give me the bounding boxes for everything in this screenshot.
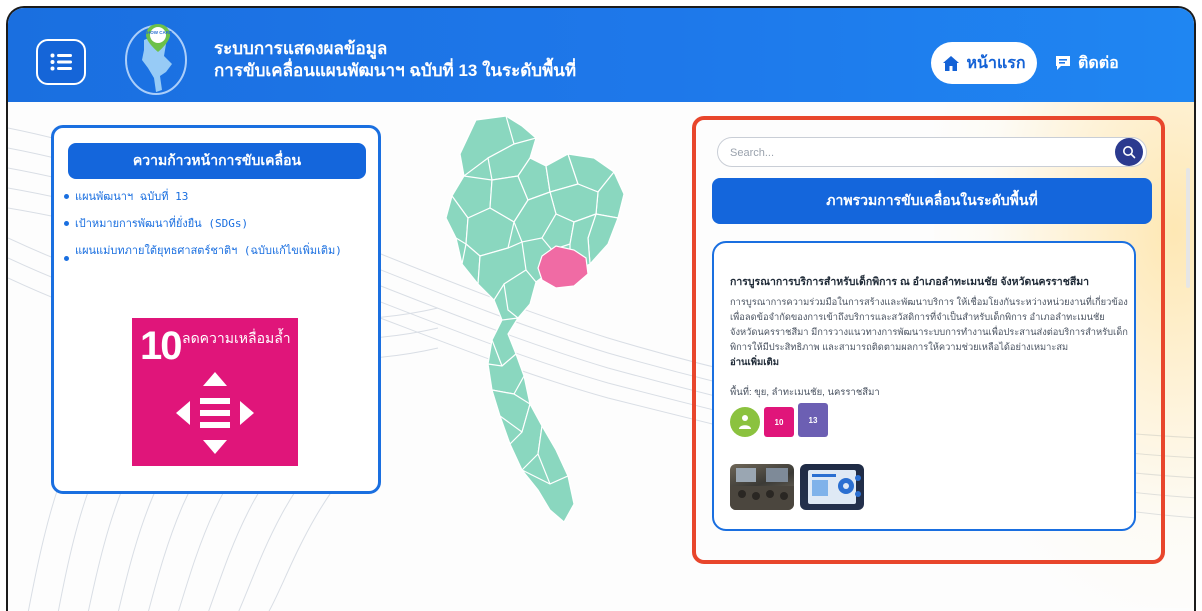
home-button-label: หน้าแรก	[966, 54, 1026, 72]
progress-item-label: แผนแม่บทภายใต้ยุทธศาสตร์ชาติฯ (ฉบับแก้ไข…	[75, 244, 342, 257]
svg-text:SHOW CARE: SHOW CARE	[144, 30, 172, 35]
presentation-screen-photo[interactable]	[800, 464, 864, 510]
progress-panel: ความก้าวหน้าการขับเคลื่อน แผนพัฒนาฯ ฉบับ…	[51, 125, 381, 494]
sdg-goal-label: ลดความเหลื่อมล้ำ	[182, 330, 291, 346]
contact-button[interactable]: ติดต่อ	[1054, 48, 1119, 78]
presentation-photo-icon	[808, 470, 861, 504]
search-button[interactable]	[1115, 138, 1143, 166]
site-title-line2: การขับเคลื่อนแผนพัฒนาฯ ฉบับที่ 13 ในระดั…	[214, 61, 577, 80]
progress-item-label: แผนพัฒนาฯ ฉบับที่ 13	[75, 190, 189, 203]
top-header: SHOW CARE ระบบการแสดงผลข้อมูล การขับเคลื…	[8, 8, 1194, 102]
search-bar	[717, 137, 1147, 167]
progress-item-master-plan[interactable]: แผนแม่บทภายใต้ยุทธศาสตร์ชาติฯ (ฉบับแก้ไข…	[64, 242, 374, 261]
thailand-map[interactable]	[418, 114, 668, 534]
reduced-inequality-icon	[176, 372, 254, 454]
people-icon	[739, 415, 751, 429]
list-menu-icon	[50, 53, 72, 71]
sdg-goal-tile[interactable]: 10 ลดความเหลื่อมล้ำ	[132, 318, 298, 466]
sdg-13-number: 13	[808, 415, 818, 425]
progress-item-label: เป้าหมายการพัฒนาที่ยั่งยืน (SDGs)	[75, 217, 249, 230]
message-icon	[1056, 56, 1070, 70]
site-title-line1: ระบบการแสดงผลข้อมูล	[214, 39, 388, 58]
project-area: พื้นที่: ขุย, ลำทะเมนชัย, นครราชสีมา	[730, 387, 880, 398]
progress-item-sdgs[interactable]: เป้าหมายการพัฒนาที่ยั่งยืน (SDGs)	[64, 215, 374, 232]
area-overview-button[interactable]: ภาพรวมการขับเคลื่อนในระดับพื้นที่	[712, 178, 1152, 224]
project-card[interactable]: การบูรณาการบริการสำหรับเด็กพิการ ณ อำเภอ…	[712, 241, 1136, 531]
sdg-13-icon[interactable]: 13	[798, 403, 828, 437]
sdg-10-icon[interactable]: 10	[764, 407, 794, 437]
progress-item-plan13[interactable]: แผนพัฒนาฯ ฉบับที่ 13	[64, 188, 374, 205]
search-icon	[1123, 146, 1136, 159]
project-card-body: การบูรณาการความร่วมมือในการสร้างและพัฒนา…	[730, 297, 1128, 352]
contact-button-label: ติดต่อ	[1078, 54, 1119, 72]
home-button[interactable]: หน้าแรก	[931, 42, 1037, 84]
bullet-icon	[64, 221, 69, 226]
bullet-icon	[64, 256, 69, 261]
show-care-logo: SHOW CARE	[125, 24, 187, 95]
sdg-goal-number: 10	[140, 324, 182, 368]
sdg-icon-row: 10 13	[730, 403, 828, 437]
progress-list: แผนพัฒนาฯ ฉบับที่ 13 เป้าหมายการพัฒนาที่…	[64, 188, 374, 271]
menu-button[interactable]	[36, 39, 86, 85]
photo-thumbnails	[730, 464, 864, 510]
page-scrollbar[interactable]	[1186, 168, 1190, 288]
site-title: ระบบการแสดงผลข้อมูล การขับเคลื่อนแผนพัฒน…	[214, 38, 576, 82]
meeting-photo-icon	[730, 468, 794, 510]
bullet-icon	[64, 194, 69, 199]
read-more-link[interactable]: อ่านเพิ่มเติม	[730, 355, 779, 370]
sdg-10-number: 10	[774, 417, 784, 427]
search-input[interactable]	[730, 144, 1100, 162]
sdg-people-icon[interactable]	[730, 407, 760, 437]
project-card-title: การบูรณาการบริการสำหรับเด็กพิการ ณ อำเภอ…	[730, 276, 1090, 288]
meeting-room-photo[interactable]	[730, 464, 794, 510]
home-icon	[943, 55, 960, 71]
app-window: SHOW CARE ระบบการแสดงผลข้อมูล การขับเคลื…	[6, 6, 1196, 611]
progress-panel-heading: ความก้าวหน้าการขับเคลื่อน	[68, 143, 366, 179]
